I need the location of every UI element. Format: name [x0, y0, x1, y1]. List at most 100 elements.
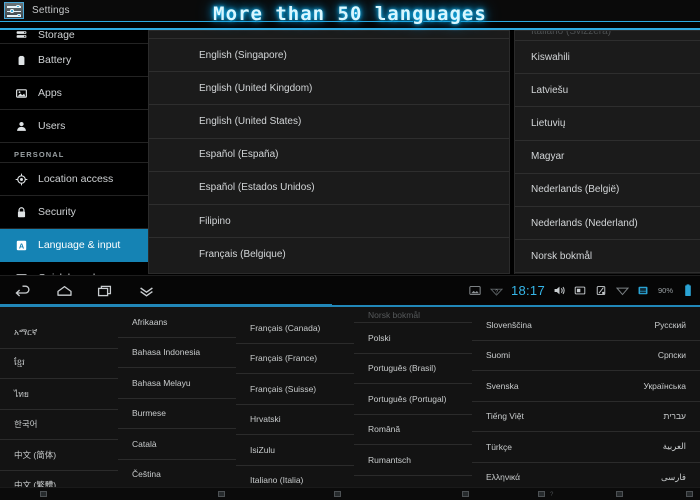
battery-percent: 90%: [657, 286, 673, 295]
rotation-icon[interactable]: [595, 284, 608, 297]
list-item[interactable]: العربية: [586, 432, 700, 463]
sidebar-item-battery[interactable]: Battery: [0, 44, 148, 77]
list-item[interactable]: עברית: [586, 402, 700, 432]
list-item[interactable]: Burmese: [118, 399, 236, 429]
list-item[interactable]: Čeština: [118, 460, 236, 490]
system-bar: ? 18:17 90%: [0, 275, 700, 305]
language-list-middle[interactable]: English (Singapore) English (United King…: [148, 30, 510, 274]
sdcard-icon[interactable]: [637, 284, 650, 297]
list-item[interactable]: Català: [118, 429, 236, 460]
list-item[interactable]: Nederlands (Nederland): [515, 207, 700, 241]
list-item[interactable]: Bahasa Indonesia: [118, 338, 236, 368]
list-item[interactable]: Français (Belgique): [149, 238, 509, 271]
list-item[interactable]: English (Singapore): [149, 39, 509, 73]
tile-s-to-cyrillic[interactable]: Slovenščina Suomi Svenska Tiếng Việt Tür…: [472, 305, 586, 500]
list-item[interactable]: አማርኛ: [0, 318, 118, 349]
status-icons: ? 18:17 90%: [469, 283, 700, 298]
battery-full-icon[interactable]: [681, 284, 694, 297]
status-clock: 18:17: [510, 283, 545, 298]
wifi-unknown-icon[interactable]: ?: [489, 284, 503, 297]
list-item[interactable]: Nederlands (België): [515, 174, 700, 207]
list-item[interactable]: Slovenščina: [472, 310, 586, 341]
list-item[interactable]: Polski: [354, 323, 472, 354]
list-item[interactable]: Français (Canada): [236, 313, 354, 344]
sidebar-item-label: Battery: [38, 54, 72, 66]
screen-icon[interactable]: [574, 284, 587, 297]
signal-triangle-icon[interactable]: [615, 284, 629, 297]
apps-image-icon: [14, 86, 28, 100]
list-item[interactable]: Rumantsch: [354, 445, 472, 476]
list-item[interactable]: Português (Brasil): [354, 354, 472, 384]
sidebar-item-security[interactable]: Security: [0, 196, 148, 229]
settings-screen-panel: Settings Storage Battery Apps Users PERS…: [0, 0, 700, 305]
list-item[interactable]: Українська: [586, 371, 700, 402]
sidebar-item-users[interactable]: Users: [0, 110, 148, 143]
tile-cjk-scripts[interactable]: አማርኛ ខ្មែរ ไทย 한국어 中文 (简体) 中文 (繁體) 日本語: [0, 305, 118, 500]
user-icon: [14, 119, 28, 133]
list-item[interactable]: ไทย: [0, 379, 118, 410]
list-item[interactable]: Bahasa Melayu: [118, 368, 236, 399]
list-item[interactable]: Español (Estados Unidos): [149, 172, 509, 205]
sidebar-item-storage[interactable]: Storage: [0, 22, 148, 44]
list-item[interactable]: Filipino: [149, 205, 509, 239]
screenshot-root: Settings Storage Battery Apps Users PERS…: [0, 0, 700, 500]
list-item[interactable]: Svenska: [472, 371, 586, 402]
list-item[interactable]: Kiswahili: [515, 41, 700, 75]
back-icon[interactable]: [14, 283, 33, 299]
list-item-clipped: Norsk bokmål: [354, 307, 472, 323]
sidebar-item-label: Language & input: [38, 239, 121, 251]
tile-cyrillic-rtl[interactable]: Русский Српски Українська עברית العربية …: [586, 305, 700, 500]
list-item[interactable]: Español (España): [149, 139, 509, 172]
list-item[interactable]: ខ្មែរ: [0, 349, 118, 379]
page-title: Settings: [32, 5, 70, 16]
list-item[interactable]: Tiếng Việt: [472, 402, 586, 432]
list-item[interactable]: Hrvatski: [236, 405, 354, 435]
list-item[interactable]: Română: [354, 415, 472, 445]
list-item[interactable]: 中文 (简体): [0, 440, 118, 471]
tile-a-to-d[interactable]: Afrikaans Bahasa Indonesia Bahasa Melayu…: [118, 305, 236, 500]
tile-n-to-s[interactable]: Norsk bokmål Polski Português (Brasil) P…: [354, 305, 472, 500]
list-item[interactable]: Türkçe: [472, 432, 586, 463]
settings-sidebar: Storage Battery Apps Users PERSONAL Loca…: [0, 22, 148, 295]
list-item[interactable]: Русский: [586, 310, 700, 341]
list-item[interactable]: Français (France): [236, 344, 354, 374]
list-item[interactable]: Afrikaans: [118, 307, 236, 338]
lock-icon: [14, 205, 28, 219]
list-item[interactable]: English (United States): [149, 105, 509, 139]
volume-icon[interactable]: [553, 284, 566, 297]
list-item[interactable]: Norsk bokmål: [515, 240, 700, 274]
home-icon[interactable]: [55, 283, 74, 299]
language-list-right[interactable]: Italiano (Svizzera) Kiswahili Latviešu L…: [514, 30, 700, 274]
hide-icon[interactable]: [137, 283, 156, 299]
sidebar-item-label: Apps: [38, 87, 62, 99]
list-item-label: Italiano (Svizzera): [531, 31, 612, 37]
list-item[interactable]: Lietuvių: [515, 107, 700, 141]
banner-divider: [0, 28, 700, 30]
settings-sliders-icon: [4, 2, 24, 19]
sidebar-item-apps[interactable]: Apps: [0, 77, 148, 110]
list-item[interactable]: IsiZulu: [236, 435, 354, 466]
list-item[interactable]: Latviešu: [515, 74, 700, 108]
sidebar-item-label: Users: [38, 120, 66, 132]
battery-icon: [14, 53, 28, 67]
list-item[interactable]: English (United Kingdom): [149, 72, 509, 106]
sidebar-item-language-and-input[interactable]: A Language & input: [0, 229, 148, 262]
tiled-language-panels: አማርኛ ខ្មែរ ไทย 한국어 中文 (简体) 中文 (繁體) 日本語 A…: [0, 305, 700, 500]
svg-text:A: A: [18, 241, 24, 250]
list-item[interactable]: Српски: [586, 341, 700, 371]
list-item[interactable]: Français (Suisse): [236, 374, 354, 405]
action-bar: Settings: [0, 0, 700, 22]
list-item[interactable]: Português (Portugal): [354, 384, 472, 415]
navigation-buttons: [0, 283, 156, 299]
list-item[interactable]: Suomi: [472, 341, 586, 371]
svg-text:?: ?: [495, 289, 498, 295]
sidebar-item-label: Storage: [38, 29, 75, 41]
sidebar-item-label: Security: [38, 206, 76, 218]
recents-icon[interactable]: [96, 283, 115, 299]
tile-f-to-i[interactable]: Français (Canada) Français (France) Fran…: [236, 305, 354, 500]
sidebar-item-location-access[interactable]: Location access: [0, 163, 148, 196]
list-item[interactable]: 한국어: [0, 410, 118, 440]
screenshot-icon[interactable]: [469, 284, 482, 297]
list-item[interactable]: Magyar: [515, 141, 700, 174]
list-item-clipped: Italiano (Svizzera): [515, 31, 700, 41]
